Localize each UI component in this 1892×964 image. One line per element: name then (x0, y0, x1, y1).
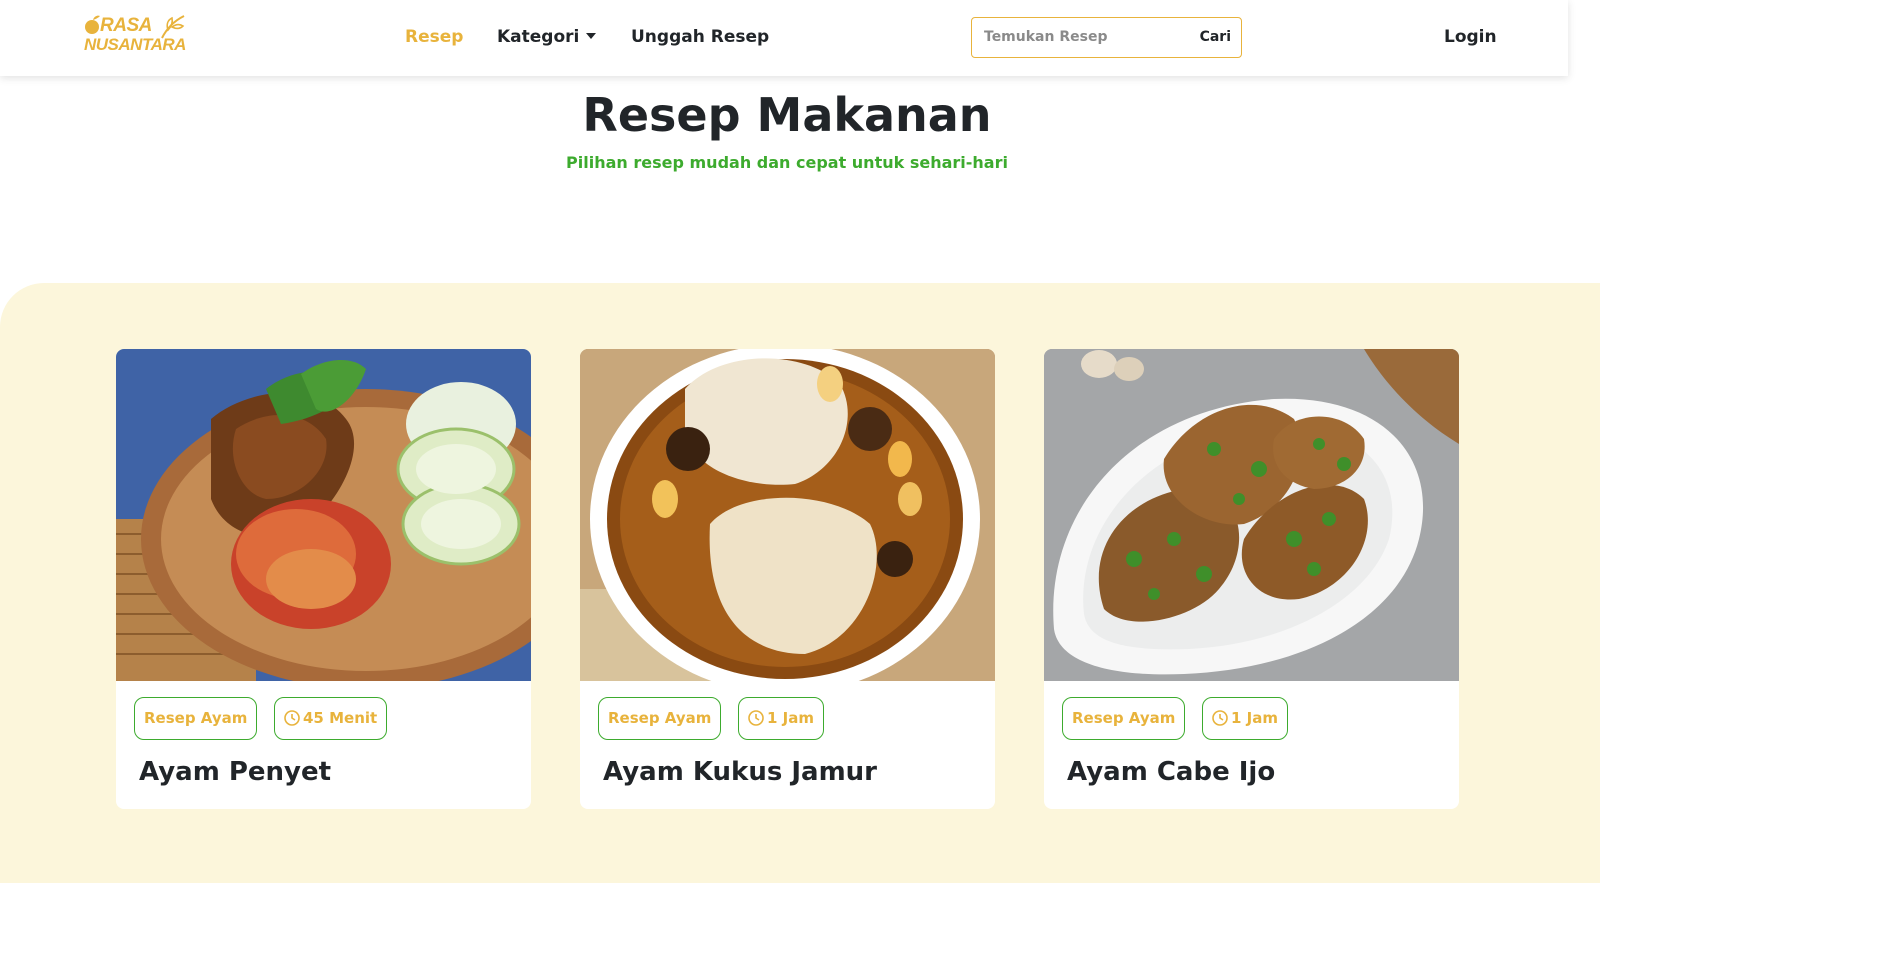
time-label: 1 Jam (1231, 709, 1278, 727)
recipe-image[interactable] (580, 349, 995, 681)
recipe-title[interactable]: Ayam Cabe Ijo (1067, 757, 1275, 787)
brand-logo[interactable]: RASA NUSANTARA (84, 12, 194, 64)
brand-name: RASA NUSANTARA (84, 12, 186, 53)
navbar: RASA NUSANTARA Resep Kategori Unggah Res… (0, 0, 1568, 76)
time-badge: 45 Menit (274, 697, 388, 740)
category-badge[interactable]: Resep Ayam (134, 697, 258, 740)
time-label: 45 Menit (303, 709, 378, 727)
time-badge: 1 Jam (1202, 697, 1288, 740)
category-badge[interactable]: Resep Ayam (598, 697, 722, 740)
recipe-title[interactable]: Ayam Kukus Jamur (603, 757, 877, 787)
time-badge: 1 Jam (738, 697, 824, 740)
nav-unggah-resep-link[interactable]: Unggah Resep (631, 27, 769, 47)
recipe-title[interactable]: Ayam Penyet (139, 757, 331, 787)
recipe-card[interactable]: Resep Ayam 1 Jam Ayam Kukus Jamur (580, 349, 995, 809)
brand-line-1: RASA (100, 15, 152, 36)
recipe-card[interactable]: Resep Ayam 1 Jam Ayam Cabe Ijo (1044, 349, 1459, 809)
recipe-card[interactable]: Resep Ayam 45 Menit Ayam Penyet (116, 349, 531, 809)
nav-kategori-dropdown[interactable]: Kategori (497, 27, 597, 47)
search-input[interactable] (972, 18, 1182, 56)
nav-kategori-label: Kategori (497, 27, 580, 47)
recipe-image[interactable] (1044, 349, 1459, 681)
brand-line-2: NUSANTARA (84, 35, 186, 54)
caret-down-icon (586, 33, 597, 39)
recipe-image[interactable] (116, 349, 531, 681)
clock-icon (1212, 710, 1228, 726)
page-subtitle: Pilihan resep mudah dan cepat untuk seha… (566, 153, 1008, 172)
clock-icon (284, 710, 300, 726)
category-badge[interactable]: Resep Ayam (1062, 697, 1186, 740)
nav-resep-link[interactable]: Resep (405, 27, 463, 47)
time-label: 1 Jam (767, 709, 814, 727)
search-form: Cari (971, 17, 1242, 58)
search-button[interactable]: Cari (1200, 29, 1231, 45)
clock-icon (748, 710, 764, 726)
page-title: Resep Makanan (582, 88, 992, 142)
login-link[interactable]: Login (1444, 27, 1497, 47)
